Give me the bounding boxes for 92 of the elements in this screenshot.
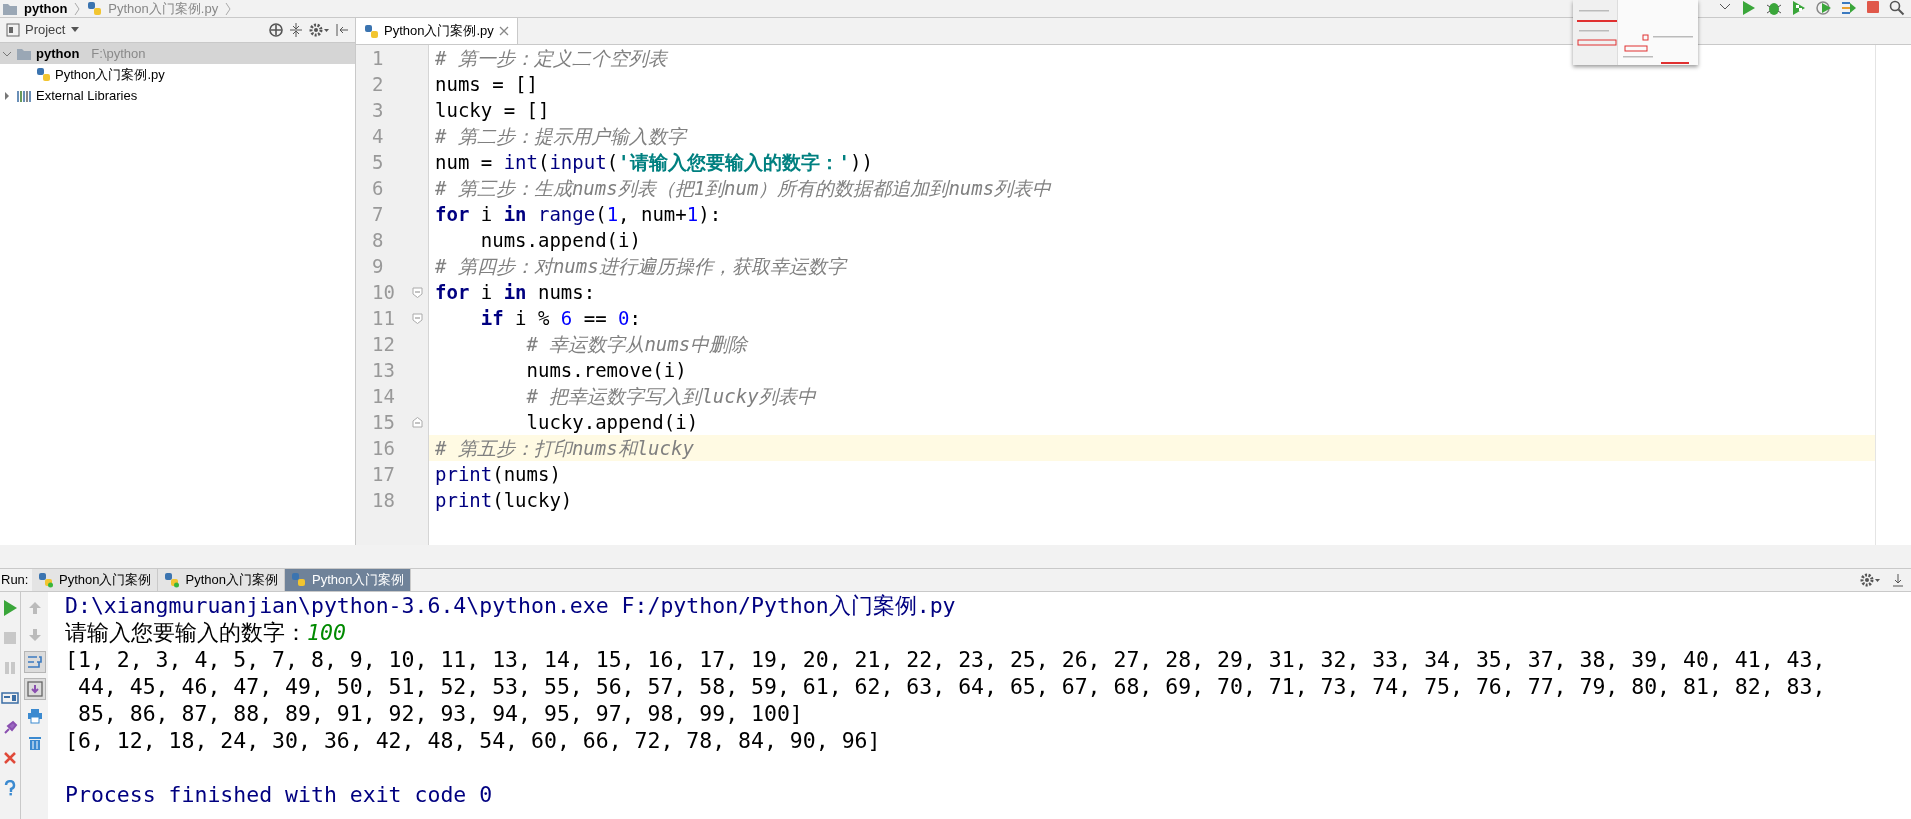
- line-number: 15: [372, 410, 396, 435]
- code-line: nums.append(i): [479, 228, 642, 253]
- run-tab[interactable]: Python入门案例: [32, 569, 159, 591]
- scroll-to-end-icon[interactable]: [26, 681, 43, 697]
- line-number: 3: [372, 98, 385, 123]
- code-line: # 第一步：定义二个空列表: [434, 46, 669, 71]
- chevron-right-icon: [224, 1, 233, 16]
- run-tab[interactable]: Python入门案例: [158, 569, 285, 591]
- line-number: 10: [372, 280, 396, 305]
- collapse-icon[interactable]: [289, 22, 303, 38]
- python-running-icon: [164, 572, 181, 588]
- search-icon[interactable]: [1889, 0, 1905, 16]
- soft-wrap-icon[interactable]: [26, 654, 43, 670]
- code-line: nums.remove(i): [525, 358, 688, 383]
- bug-icon[interactable]: [1766, 0, 1782, 16]
- fold-icon[interactable]: [412, 312, 423, 324]
- code-line: # 第三步：生成nums列表（把1到num）所有的数据都追加到nums列表中: [434, 176, 1053, 201]
- line-number: 12: [372, 332, 396, 357]
- print-icon[interactable]: [26, 708, 43, 724]
- line-number: 14: [372, 384, 396, 409]
- code-line: nums = []: [434, 72, 539, 97]
- chevron-right-icon: [73, 1, 82, 16]
- line-number: 6: [372, 176, 385, 201]
- console-line: 请输入您要输入的数字：100: [65, 619, 347, 646]
- code-line: # 幸运数字从nums中删除: [525, 332, 750, 357]
- code-line: for i in range(1, num+1):: [434, 202, 723, 227]
- line-number: 5: [372, 150, 385, 175]
- line-number: 7: [372, 202, 385, 227]
- tree-item[interactable]: Python入门案例.py: [34, 64, 355, 85]
- run-list-icon[interactable]: [1841, 0, 1857, 16]
- locate-icon[interactable]: [268, 22, 284, 38]
- line-number: 1: [372, 46, 385, 71]
- line-number: 2: [372, 72, 385, 97]
- line-number: 4: [372, 124, 385, 149]
- breadcrumb-item[interactable]: python: [24, 1, 68, 16]
- run-label: Run:: [0, 571, 30, 590]
- run-tab[interactable]: Python入门案例: [284, 569, 412, 591]
- code-line: # 把幸运数字写入到lucky列表中: [525, 384, 818, 409]
- profile-icon[interactable]: [1816, 0, 1832, 16]
- plug-icon[interactable]: [2, 720, 18, 736]
- code-line: print(lucky): [434, 488, 574, 513]
- code-line: # 第二步：提示用户输入数字: [434, 124, 689, 149]
- tree-item[interactable]: python F:\python: [0, 43, 355, 64]
- panel-title: Project: [25, 21, 66, 40]
- close-icon[interactable]: [3, 751, 17, 765]
- help-icon[interactable]: [4, 780, 16, 796]
- close-icon[interactable]: [498, 26, 509, 36]
- gear-icon[interactable]: [1859, 572, 1881, 588]
- console-line: [1, 2, 3, 4, 5, 7, 8, 9, 10, 11, 13, 14, 15, 16, 17, 19, 20, 21, 22, 23, 25, 26, 27, 28, 29, 31, 32, 33, 34, 35, 37, 38, 39, 40, 41, 43,: [65, 646, 1827, 673]
- folder-icon: [16, 46, 32, 61]
- python-file-icon: [36, 67, 51, 82]
- caret-icon[interactable]: [70, 26, 81, 34]
- run-icon[interactable]: [2, 599, 18, 617]
- python-file-icon: [364, 23, 379, 39]
- layout-icon[interactable]: [1, 691, 19, 705]
- gear-icon[interactable]: [308, 22, 330, 38]
- minimize-icon[interactable]: [1891, 573, 1905, 587]
- line-number: 18: [372, 488, 396, 513]
- console-line: [6, 12, 18, 24, 30, 36, 42, 48, 54, 60, 66, 72, 78, 84, 90, 96]: [65, 727, 882, 754]
- expand-arrow-icon[interactable]: [2, 90, 12, 101]
- editor-tab[interactable]: Python入门案例.py: [356, 18, 518, 44]
- line-number: 17: [372, 462, 396, 487]
- run-icon[interactable]: [1741, 0, 1757, 16]
- hide-panel-icon[interactable]: [335, 23, 349, 37]
- python-file-icon: [87, 1, 103, 16]
- console-line: D:\xiangmuruanjian\python-3.6.4\python.exe F:/python/Python入门案例.py: [65, 592, 957, 619]
- code-line: if i % 6 == 0:: [479, 306, 642, 331]
- python-icon: [290, 572, 307, 588]
- line-number: 13: [372, 358, 396, 383]
- line-number: 11: [372, 306, 396, 331]
- tree-item[interactable]: External Libraries: [0, 85, 355, 106]
- folder-icon: [2, 1, 18, 16]
- line-number: 9: [372, 254, 385, 279]
- console-line: 85, 86, 87, 88, 89, 91, 92, 93, 94, 95, 97, 98, 99, 100]: [76, 700, 804, 727]
- library-icon: [16, 88, 32, 103]
- code-line: lucky.append(i): [525, 410, 700, 435]
- fold-icon[interactable]: [412, 286, 423, 298]
- console-line: 44, 45, 46, 47, 49, 50, 51, 52, 53, 55, 56, 57, 58, 59, 61, 62, 63, 64, 65, 67, 68, 69, 70, 71, 73, 74, 75, 76, 77, 79, 80, 81, 82, 83,: [76, 673, 1827, 700]
- coverage-icon[interactable]: [1791, 0, 1807, 16]
- code-line: lucky = []: [434, 98, 551, 123]
- stop-icon[interactable]: [1866, 0, 1880, 14]
- fold-icon[interactable]: [412, 416, 423, 428]
- console-line: Process finished with exit code 0: [65, 781, 494, 808]
- line-number: 16: [372, 436, 396, 461]
- trash-icon[interactable]: [27, 735, 42, 751]
- python-running-icon: [38, 572, 54, 588]
- line-number: 8: [372, 228, 385, 253]
- code-line: # 第四步：对nums进行遍历操作，获取幸运数字: [434, 254, 849, 279]
- code-line: num = int(input('请输入您要输入的数字：')): [434, 150, 874, 175]
- panel-icon: [6, 23, 20, 37]
- code-line: print(nums): [434, 462, 562, 487]
- code-line: for i in nums:: [434, 280, 597, 305]
